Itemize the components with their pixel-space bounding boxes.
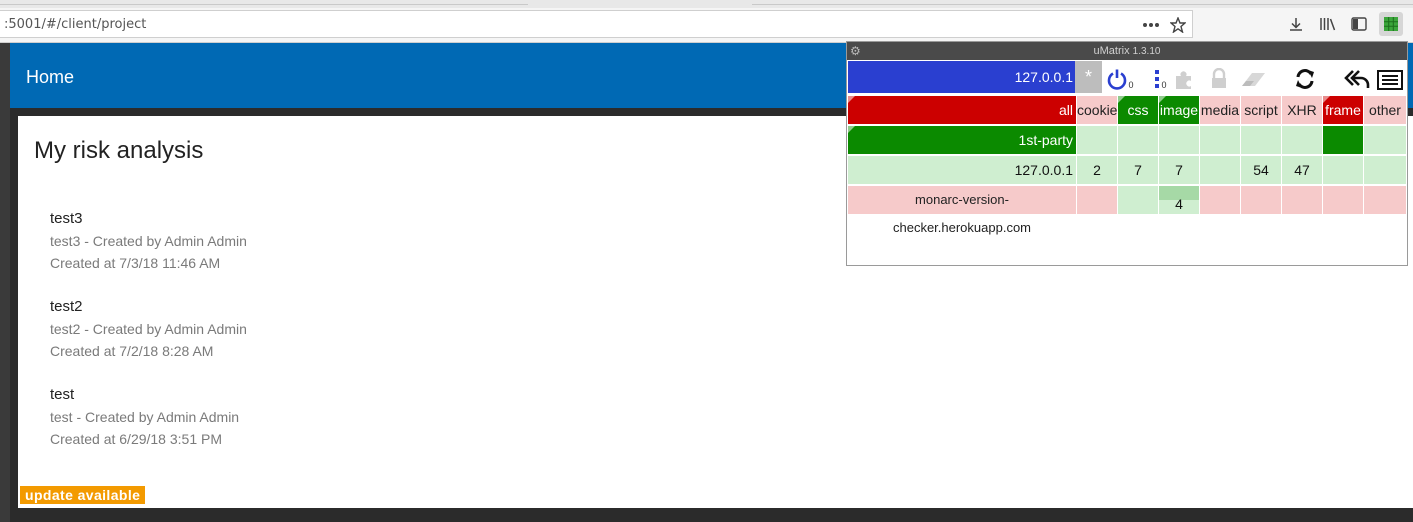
analysis-item-test3[interactable]: test3 test3 - Created by Admin Admin Cre… [50, 208, 247, 274]
bookmark-star-icon[interactable] [1167, 14, 1189, 36]
left-gutter [0, 43, 10, 522]
download-icon[interactable] [1284, 12, 1308, 36]
matrix-cell[interactable] [1241, 126, 1281, 154]
matrix-cell[interactable] [1200, 186, 1240, 214]
eraser-button[interactable] [1238, 64, 1268, 90]
library-icon[interactable] [1316, 12, 1340, 36]
umatrix-titlebar: ⚙ uMatrix 1.3.10 [847, 42, 1407, 60]
revert-button[interactable] [1342, 64, 1372, 90]
umatrix-popup: ⚙ uMatrix 1.3.10 127.0.0.1 * 0 0 all coo… [846, 41, 1408, 266]
umatrix-icon[interactable] [1379, 12, 1403, 36]
matrix-cell[interactable] [1282, 186, 1322, 214]
column-header-media[interactable]: media [1200, 96, 1240, 124]
reply-all-icon [1344, 70, 1370, 88]
eraser-icon [1242, 73, 1265, 86]
sidebar-icon[interactable] [1347, 12, 1371, 36]
matrix-cell[interactable] [1118, 186, 1158, 214]
matrix-cell[interactable] [1118, 126, 1158, 154]
lock-button[interactable] [1204, 64, 1234, 90]
column-header-frame[interactable]: frame [1323, 96, 1363, 124]
global-scope-button[interactable]: * [1075, 61, 1102, 93]
matrix-cell[interactable]: 2 [1077, 156, 1117, 184]
power-switch-button[interactable]: 0 [1105, 64, 1135, 90]
lock-icon [1212, 68, 1226, 88]
info-dots-icon [1155, 70, 1160, 88]
matrix-cell[interactable] [1077, 186, 1117, 214]
analysis-name[interactable]: test2 [50, 296, 247, 318]
dashboard-button[interactable] [1375, 64, 1405, 90]
matrix-cell[interactable] [1241, 186, 1281, 214]
analysis-created: Created at 7/3/18 11:46 AM [50, 255, 221, 271]
analysis-description: test - Created by Admin Admin [50, 409, 240, 425]
matrix-cell[interactable] [1200, 126, 1240, 154]
row-label-monarc-version-checker[interactable]: monarc-version-checker.herokuapp.com [848, 186, 1076, 235]
list-icon [1377, 70, 1403, 90]
matrix-cell[interactable]: 47 [1282, 156, 1322, 184]
puzzle-button[interactable] [1169, 64, 1199, 90]
url-bar[interactable]: :5001/#/client/project [0, 10, 1193, 38]
home-link[interactable]: Home [26, 67, 74, 88]
matrix-cell[interactable] [1159, 126, 1199, 154]
matrix-cell[interactable] [1200, 156, 1240, 184]
info-count: 0 [1161, 80, 1167, 90]
matrix-cell[interactable] [1364, 126, 1406, 154]
power-count: 0 [1128, 80, 1134, 90]
umatrix-title: uMatrix [1093, 45, 1130, 57]
matrix-cell[interactable] [1323, 126, 1363, 154]
settings-gear-icon[interactable]: ⚙ [850, 42, 861, 60]
umatrix-toolbar: 127.0.0.1 * 0 0 [847, 60, 1407, 94]
power-icon [1108, 69, 1127, 90]
matrix-cell[interactable]: 7 [1118, 156, 1158, 184]
analysis-description: test2 - Created by Admin Admin [50, 321, 247, 337]
browser-toolbar: :5001/#/client/project [0, 8, 1413, 43]
more-icon[interactable] [1140, 14, 1162, 36]
matrix-cell[interactable] [1077, 126, 1117, 154]
analysis-name[interactable]: test [50, 384, 239, 406]
puzzle-icon [1176, 71, 1191, 89]
analysis-item-test2[interactable]: test2 test2 - Created by Admin Admin Cre… [50, 296, 247, 362]
matrix-cell[interactable]: 54 [1241, 156, 1281, 184]
matrix-cell[interactable] [1323, 186, 1363, 214]
row-label-1st-party[interactable]: 1st-party [848, 126, 1076, 154]
column-header-script[interactable]: script [1241, 96, 1281, 124]
matrix-cell[interactable] [1364, 186, 1406, 214]
update-available-badge[interactable]: update available [20, 486, 146, 504]
matrix-cell[interactable]: 4 [1159, 186, 1199, 214]
reload-icon [1296, 69, 1314, 89]
matrix-cell[interactable]: 7 [1159, 156, 1199, 184]
analysis-description: test3 - Created by Admin Admin [50, 233, 247, 249]
reload-button[interactable] [1290, 64, 1320, 90]
column-header-xhr[interactable]: XHR [1282, 96, 1322, 124]
url-text[interactable]: :5001/#/client/project [4, 17, 146, 32]
analysis-item-test[interactable]: test test - Created by Admin Admin Creat… [50, 384, 239, 450]
column-header-all[interactable]: all [848, 96, 1076, 124]
analysis-created: Created at 6/29/18 3:51 PM [50, 431, 222, 447]
scope-selector[interactable]: 127.0.0.1 [848, 61, 1075, 93]
umatrix-version: 1.3.10 [1132, 46, 1161, 57]
matrix-cell[interactable] [1282, 126, 1322, 154]
column-header-cookie[interactable]: cookie [1077, 96, 1117, 124]
column-header-image[interactable]: image [1159, 96, 1199, 124]
matrix-cell[interactable] [1364, 156, 1406, 184]
analysis-created: Created at 7/2/18 8:28 AM [50, 343, 214, 359]
browser-tab[interactable] [0, 0, 528, 5]
matrix-cell[interactable] [1323, 156, 1363, 184]
tab-strip [0, 0, 1413, 8]
page-title: My risk analysis [34, 137, 204, 164]
column-header-other[interactable]: other [1364, 96, 1406, 124]
analysis-name[interactable]: test3 [50, 208, 247, 230]
browser-tab[interactable] [752, 0, 1413, 5]
row-label-127-0-0-1[interactable]: 127.0.0.1 [848, 156, 1076, 184]
column-header-css[interactable]: css [1118, 96, 1158, 124]
